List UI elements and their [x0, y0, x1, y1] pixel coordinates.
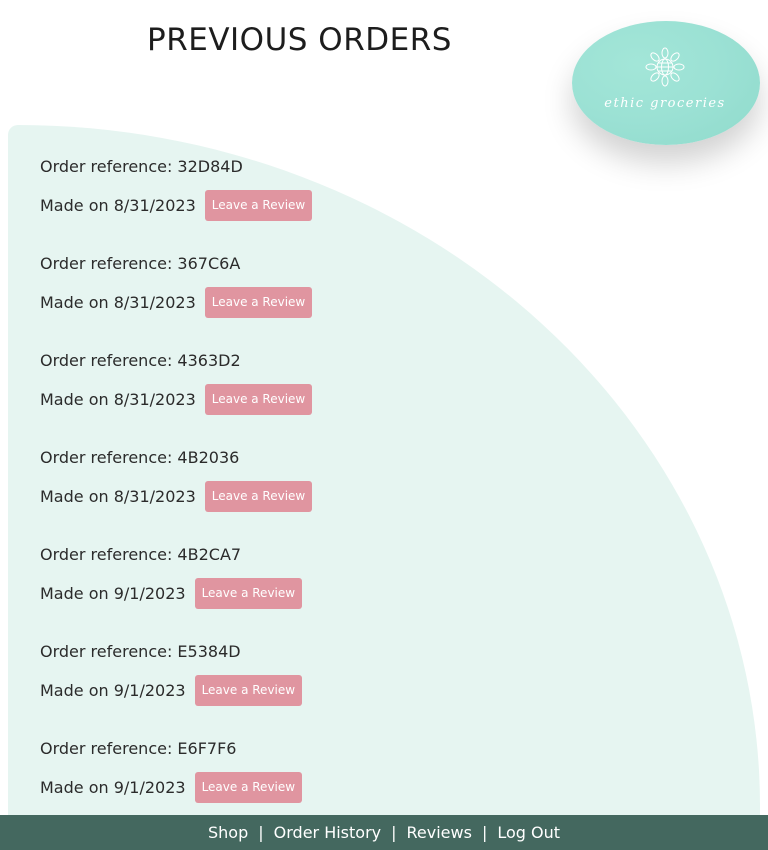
order-reference: Order reference: E5384D [40, 642, 241, 661]
leave-review-button[interactable]: Leave a Review [204, 190, 313, 221]
order-date: Made on 8/31/2023 [40, 486, 196, 506]
order-date: Made on 8/31/2023 [40, 389, 196, 409]
leave-review-button[interactable]: Leave a Review [204, 384, 313, 415]
footer-link-shop[interactable]: Shop [208, 823, 248, 842]
footer-link-reviews[interactable]: Reviews [407, 823, 472, 842]
order-reference: Order reference: 4B2CA7 [40, 545, 242, 564]
footer-link-order-history[interactable]: Order History [274, 823, 381, 842]
brand-logo[interactable]: ethic groceries [572, 21, 760, 145]
order-reference: Order reference: 367C6A [40, 254, 241, 273]
leave-review-button[interactable]: Leave a Review [204, 287, 313, 318]
footer-separator: | [391, 823, 397, 842]
order-date: Made on 9/1/2023 [40, 680, 186, 700]
order-reference: Order reference: 32D84D [40, 157, 243, 176]
footer-nav: Shop | Order History | Reviews | Log Out [0, 815, 768, 850]
leave-review-button[interactable]: Leave a Review [194, 675, 303, 706]
leave-review-button[interactable]: Leave a Review [194, 772, 303, 803]
order-reference: Order reference: E6F7F6 [40, 739, 237, 758]
order-date: Made on 9/1/2023 [40, 777, 186, 797]
order-reference: Order reference: 4363D2 [40, 351, 241, 370]
footer-link-log-out[interactable]: Log Out [497, 823, 560, 842]
order-reference: Order reference: 4B2036 [40, 448, 240, 467]
page-title: PREVIOUS ORDERS [147, 22, 452, 58]
globe-sunflower-icon: ethic groceries [604, 47, 725, 111]
logo-text: ethic groceries [604, 96, 725, 111]
footer-separator: | [481, 823, 488, 842]
order-date: Made on 8/31/2023 [40, 292, 196, 312]
footer-separator: | [258, 823, 264, 842]
leave-review-button[interactable]: Leave a Review [204, 481, 313, 512]
order-date: Made on 9/1/2023 [40, 583, 186, 603]
leave-review-button[interactable]: Leave a Review [194, 578, 303, 609]
order-date: Made on 8/31/2023 [40, 195, 196, 215]
